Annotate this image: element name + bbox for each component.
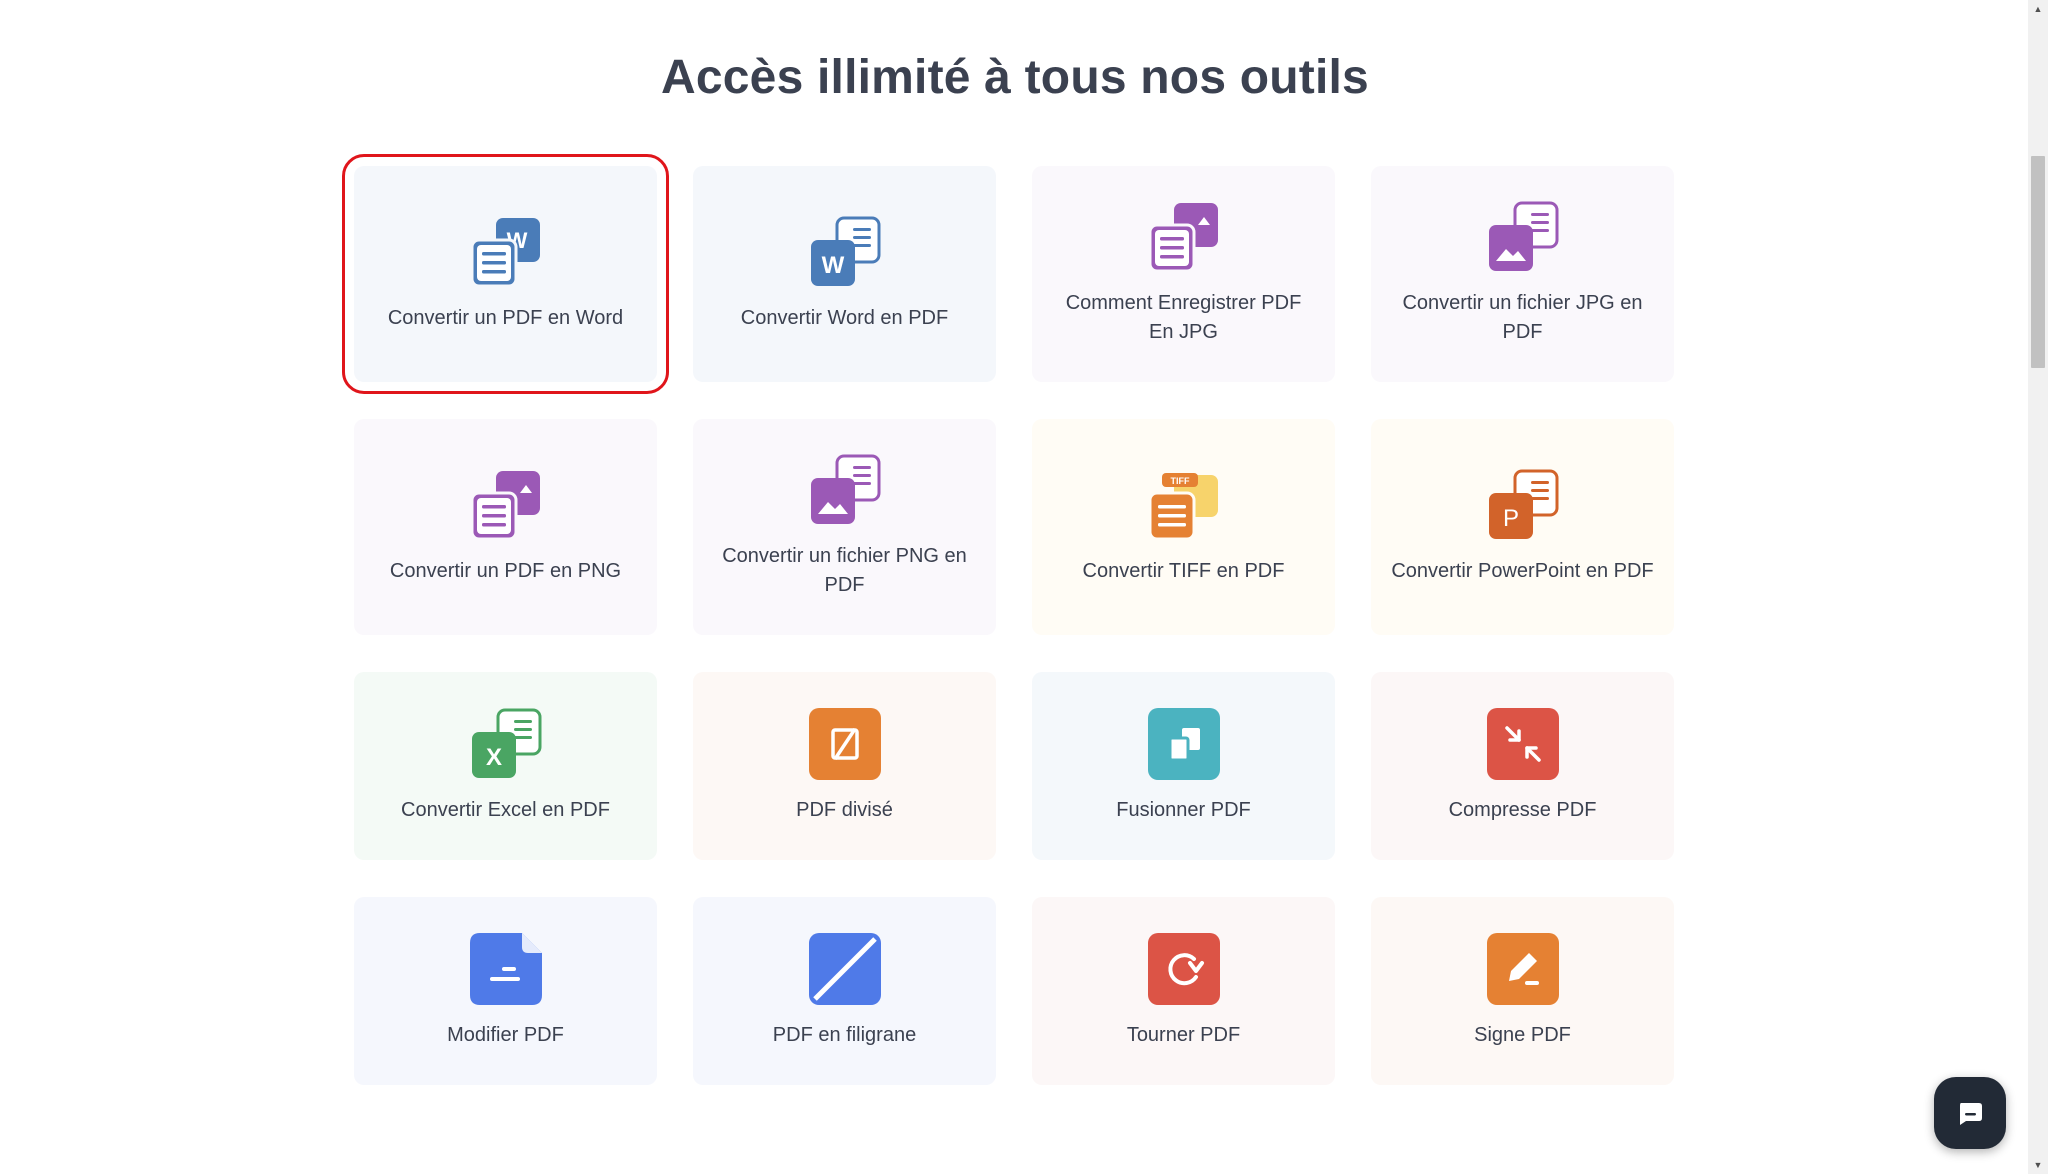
page: Accès illimité à tous nos outils W Conve… xyxy=(0,0,2048,1174)
pdf-to-png-icon xyxy=(470,469,542,541)
edit-pdf-icon xyxy=(469,932,542,1005)
tool-label: Convertir un fichier JPG en PDF xyxy=(1402,292,1643,343)
tool-card-split-pdf[interactable]: PDF divisé xyxy=(693,672,996,860)
chat-button[interactable] xyxy=(1934,1077,2006,1149)
tool-card-merge-pdf[interactable]: Fusionner PDF xyxy=(1032,672,1335,860)
tool-card-sign-pdf[interactable]: Signe PDF xyxy=(1371,897,1674,1085)
tool-label: Modifier PDF xyxy=(447,1023,564,1046)
pdf-to-jpg-icon xyxy=(1148,201,1220,273)
tool-label: Convertir un PDF en Word xyxy=(387,306,624,329)
sign-pdf-icon xyxy=(1486,932,1559,1005)
tool-card-pdf-to-word[interactable]: W Convertir un PDF en Word xyxy=(342,154,669,394)
tool-label: Convertir Excel en PDF xyxy=(401,798,610,821)
svg-text:TIFF: TIFF xyxy=(1170,476,1189,486)
chat-icon xyxy=(1960,1103,1982,1125)
tool-label: Signe PDF xyxy=(1474,1023,1571,1046)
tool-label: PDF en filigrane xyxy=(772,1023,917,1046)
page-title: Accès illimité à tous nos outils xyxy=(661,51,1369,104)
tool-card-edit-pdf[interactable]: Modifier PDF xyxy=(354,897,657,1085)
word-to-pdf-icon: W xyxy=(809,216,881,288)
scrollbar-thumb[interactable] xyxy=(2031,156,2045,368)
tool-card-excel-to-pdf[interactable]: X Convertir Excel en PDF xyxy=(354,672,657,860)
svg-text:W: W xyxy=(821,252,844,279)
tool-label: Comment Enregistrer PDF En JPG xyxy=(1065,292,1302,343)
tool-label: Convertir un fichier PNG en PDF xyxy=(722,545,967,596)
powerpoint-to-pdf-icon: P xyxy=(1487,469,1559,541)
tools-grid: W Convertir un PDF en Word W Convertir W… xyxy=(342,154,1674,1085)
merge-pdf-icon xyxy=(1147,707,1220,780)
tool-label: Fusionner PDF xyxy=(1116,798,1251,821)
tool-label: Convertir un PDF en PNG xyxy=(389,559,622,582)
pdf-to-word-icon: W xyxy=(470,216,542,288)
tool-card-tiff-to-pdf[interactable]: TIFF Convertir TIFF en PDF xyxy=(1032,419,1335,635)
excel-to-pdf-icon: X xyxy=(470,708,542,780)
jpg-to-pdf-icon xyxy=(1487,201,1559,273)
rotate-pdf-icon xyxy=(1147,932,1220,1005)
tool-label: Tourner PDF xyxy=(1126,1023,1241,1046)
tool-label: Compresse PDF xyxy=(1448,798,1597,821)
tool-label: PDF divisé xyxy=(796,798,893,821)
tool-card-compress-pdf[interactable]: Compresse PDF xyxy=(1371,672,1674,860)
tool-label: Convertir Word en PDF xyxy=(740,306,949,329)
compress-pdf-icon xyxy=(1486,707,1559,780)
tool-card-powerpoint-to-pdf[interactable]: P Convertir PowerPoint en PDF xyxy=(1371,419,1674,635)
scroll-up-arrow-icon[interactable]: ▲ xyxy=(2028,0,2048,18)
tool-label: Convertir PowerPoint en PDF xyxy=(1391,559,1654,582)
tool-card-word-to-pdf[interactable]: W Convertir Word en PDF xyxy=(693,166,996,382)
svg-text:X: X xyxy=(485,744,501,771)
split-pdf-icon xyxy=(808,707,881,780)
tool-card-rotate-pdf[interactable]: Tourner PDF xyxy=(1032,897,1335,1085)
tool-label: Convertir TIFF en PDF xyxy=(1082,559,1285,582)
vertical-scrollbar[interactable]: ▲ ▼ xyxy=(2028,0,2048,1174)
png-to-pdf-icon xyxy=(809,454,881,526)
svg-text:P: P xyxy=(1502,505,1518,532)
watermark-pdf-icon xyxy=(808,932,881,1005)
tool-card-pdf-to-jpg[interactable]: Comment Enregistrer PDF En JPG xyxy=(1032,166,1335,382)
tiff-to-pdf-icon: TIFF xyxy=(1148,469,1220,541)
scroll-down-arrow-icon[interactable]: ▼ xyxy=(2028,1156,2048,1174)
tool-card-pdf-to-png[interactable]: Convertir un PDF en PNG xyxy=(354,419,657,635)
tool-card-png-to-pdf[interactable]: Convertir un fichier PNG en PDF xyxy=(693,419,996,635)
tool-card-jpg-to-pdf[interactable]: Convertir un fichier JPG en PDF xyxy=(1371,166,1674,382)
tool-card-watermark-pdf[interactable]: PDF en filigrane xyxy=(693,897,996,1085)
